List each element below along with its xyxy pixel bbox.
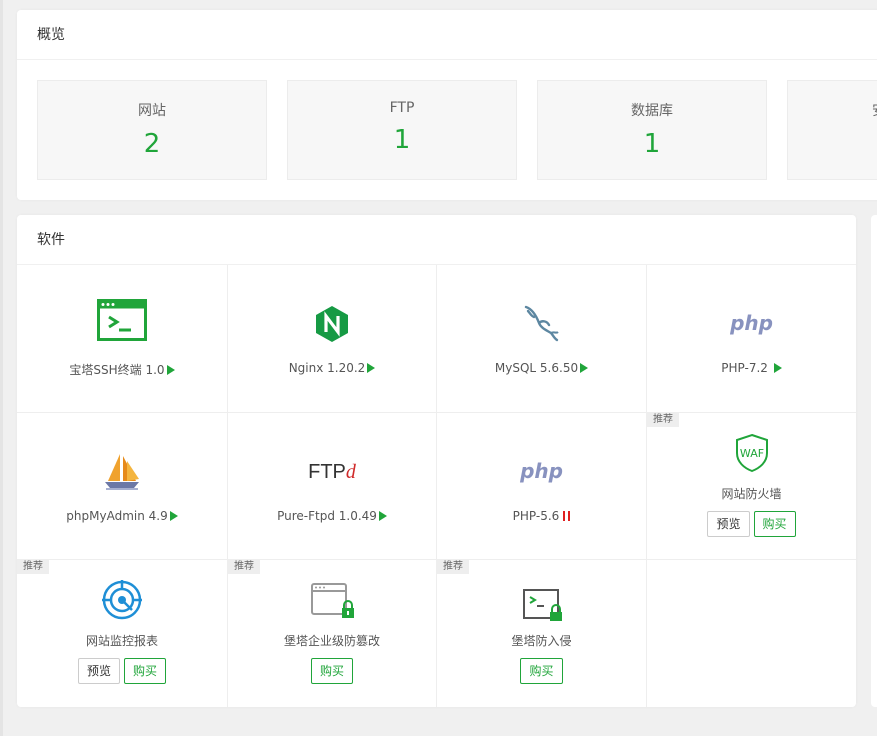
- running-icon: [580, 363, 589, 373]
- software-item-label: PHP-5.6: [437, 509, 646, 523]
- php-icon: php: [730, 311, 773, 335]
- overview-card-sites[interactable]: 网站 2: [37, 80, 267, 180]
- mysql-dolphin-icon: [524, 305, 559, 342]
- software-item-label: PHP-7.2: [647, 361, 856, 375]
- buy-button[interactable]: 购买: [753, 511, 796, 537]
- software-item-empty: [647, 560, 856, 707]
- software-item-label: phpMyAdmin 4.9: [17, 509, 227, 523]
- preview-button[interactable]: 预览: [707, 511, 750, 537]
- software-item-label: 堡塔企业级防篡改: [283, 634, 380, 648]
- recommend-badge: 推荐: [228, 560, 260, 574]
- software-title: 软件: [17, 215, 856, 265]
- software-item-label: 宝塔SSH终端 1.0: [17, 361, 227, 378]
- stopped-icon: [563, 511, 571, 521]
- software-item-label: 网站防火墙: [721, 487, 782, 501]
- overview-card-ftp[interactable]: FTP 1: [287, 80, 517, 180]
- running-icon: [367, 363, 376, 373]
- software-item-label: 网站监控报表: [85, 634, 158, 648]
- buy-button[interactable]: 购买: [310, 658, 353, 684]
- software-item-php56[interactable]: php PHP-5.6: [437, 413, 647, 560]
- buy-button[interactable]: 购买: [124, 658, 167, 684]
- overview-card-database[interactable]: 数据库 1: [537, 80, 767, 180]
- sailboat-icon: [105, 454, 139, 490]
- software-grid: 宝塔SSH终端 1.0 Nginx 1.20.2 MySQL 5.6.50 ph…: [17, 265, 856, 707]
- left-edge: [0, 0, 3, 736]
- overview-card-value[interactable]: 1: [538, 129, 766, 159]
- running-icon: [169, 511, 178, 521]
- software-item-phpmyadmin[interactable]: phpMyAdmin 4.9: [17, 413, 228, 560]
- ftpd-icon: FTPd: [308, 461, 356, 483]
- overview-card-value[interactable]: 2: [38, 129, 266, 159]
- software-item-label: MySQL 5.6.50: [437, 361, 646, 375]
- software-item-pureftpd[interactable]: FTPd Pure-Ftpd 1.0.49: [228, 413, 437, 560]
- software-item-label: 堡塔防入侵: [511, 634, 572, 648]
- window-lock-icon: [311, 583, 354, 618]
- waf-shield-icon: WAF: [735, 433, 768, 473]
- monitor-actions: 预览 购买: [17, 658, 227, 684]
- overview-card-label: 数据库: [631, 103, 673, 119]
- intrusion-actions: 购买: [437, 658, 646, 684]
- running-icon: [166, 365, 175, 375]
- overview-card-label: 安: [872, 100, 877, 120]
- software-item-nginx[interactable]: Nginx 1.20.2: [228, 265, 437, 413]
- software-item-waf[interactable]: 推荐 WAF 网站防火墙 预览 购买: [647, 413, 856, 560]
- software-item-intrusion-prevention[interactable]: 推荐 堡塔防入侵 购买: [437, 560, 647, 707]
- overview-card-label: FTP: [389, 100, 415, 116]
- terminal-icon: [97, 299, 147, 341]
- buy-button[interactable]: 购买: [520, 658, 563, 684]
- recommend-badge: 推荐: [17, 560, 49, 574]
- nginx-icon: [316, 306, 348, 342]
- overview-card-label: 网站: [138, 103, 166, 119]
- software-item-site-monitor[interactable]: 推荐 网站监控报表 预览 购买: [17, 560, 228, 707]
- software-item-ssh[interactable]: 宝塔SSH终端 1.0: [17, 265, 228, 413]
- php-icon: php: [520, 459, 563, 483]
- radar-icon: [102, 580, 142, 620]
- overview-panel: 概览 网站 2 FTP 1 数据库 1 安: [17, 10, 877, 200]
- overview-title: 概览: [17, 10, 877, 60]
- software-item-php72[interactable]: php PHP-7.2: [647, 265, 856, 413]
- tamper-actions: 购买: [228, 658, 436, 684]
- software-item-mysql[interactable]: MySQL 5.6.50: [437, 265, 647, 413]
- right-panel-edge: [871, 215, 877, 707]
- recommend-badge: 推荐: [647, 413, 679, 427]
- running-icon: [773, 363, 782, 373]
- running-icon: [378, 511, 387, 521]
- waf-actions: 预览 购买: [647, 511, 856, 537]
- recommend-badge: 推荐: [437, 560, 469, 574]
- preview-button[interactable]: 预览: [77, 658, 120, 684]
- software-item-tamper-proof[interactable]: 推荐 堡塔企业级防篡改 购买: [228, 560, 437, 707]
- overview-card-security[interactable]: 安: [787, 80, 877, 180]
- terminal-lock-icon: [522, 589, 562, 621]
- overview-card-value[interactable]: 1: [288, 125, 516, 155]
- software-panel: 软件 宝塔SSH终端 1.0 Nginx 1.20.2 MySQL 5.6.50…: [17, 215, 856, 707]
- software-item-label: Nginx 1.20.2: [228, 361, 436, 375]
- software-item-label: Pure-Ftpd 1.0.49: [228, 509, 436, 523]
- waf-text: WAF: [739, 447, 763, 460]
